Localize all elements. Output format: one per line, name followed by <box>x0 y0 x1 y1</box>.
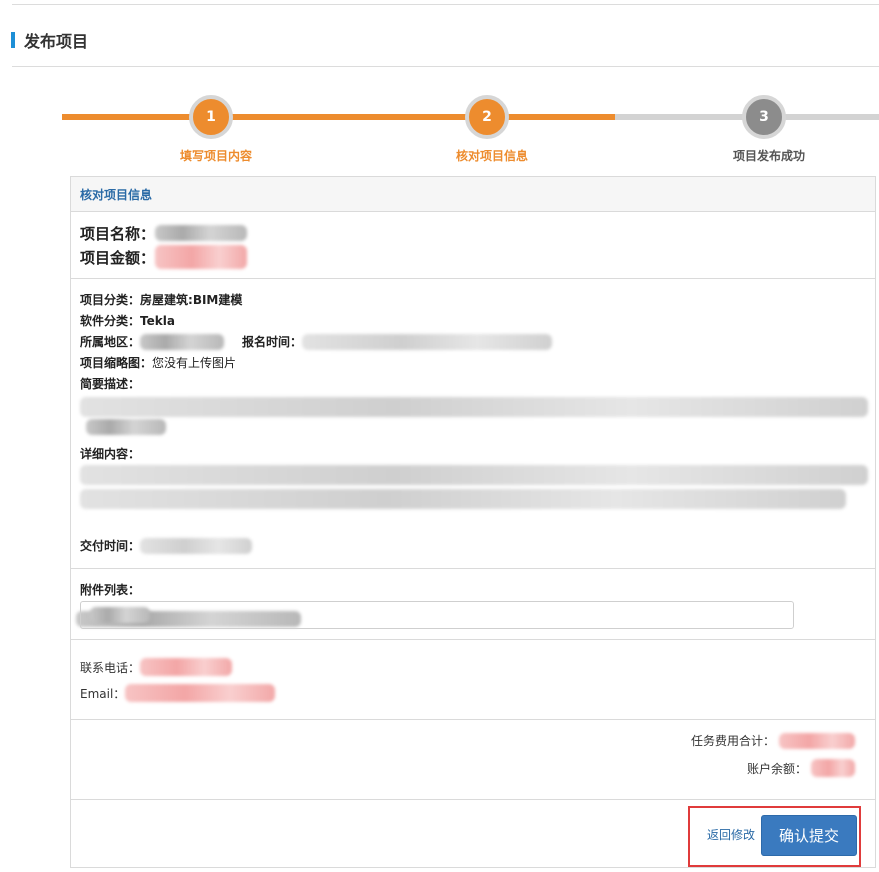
detail-text-redacted-line2 <box>80 489 846 509</box>
title-accent-bar <box>11 32 15 48</box>
balance-label: 账户余额： <box>746 761 807 776</box>
step-2-circle: 2 <box>465 95 509 139</box>
confirm-submit-button[interactable]: 确认提交 <box>761 815 857 856</box>
software-row: 软件分类： Tekla <box>80 310 875 331</box>
category-row: 项目分类： 房屋建筑:BIM建模 <box>80 289 875 310</box>
thumbnail-label: 项目缩略图： <box>80 356 153 370</box>
balance-row: 账户余额： <box>747 759 855 777</box>
email-value-redacted <box>125 684 276 702</box>
attachments-row: 附件列表： <box>80 579 875 600</box>
summary-label: 简要描述： <box>80 377 141 391</box>
email-row: Email： <box>80 680 875 706</box>
software-value: Tekla <box>140 313 175 328</box>
total-fee-label: 任务费用合计： <box>690 734 775 748</box>
step-3-circle: 3 <box>742 95 786 139</box>
contact-section: 联系电话： Email： <box>71 640 875 720</box>
summary-text-redacted-line1 <box>80 397 868 417</box>
detail-row: 详细内容： <box>80 443 140 464</box>
project-amount-label: 项目金额： <box>80 248 156 267</box>
project-summary-section: 项目名称： 项目金额： <box>71 212 875 279</box>
total-fee-value-redacted <box>779 732 855 749</box>
region-label: 所属地区： <box>80 335 141 349</box>
phone-value-redacted <box>140 658 233 676</box>
category-label: 项目分类： <box>80 293 141 307</box>
attachment-file-redacted[interactable] <box>90 607 150 623</box>
total-fee-row: 任务费用合计： <box>691 732 855 749</box>
step-1-label: 填写项目内容 <box>179 149 253 163</box>
project-details-section: 项目分类： 房屋建筑:BIM建模 软件分类： Tekla 所属地区： 报名时间：… <box>71 279 875 627</box>
review-panel: 核对项目信息 项目名称： 项目金额： 项目分类： 房屋建筑:BIM建模 软件分类… <box>70 176 876 868</box>
page-title: 发布项目 <box>11 29 88 51</box>
top-divider <box>12 4 879 5</box>
delivery-row: 交付时间： <box>80 535 253 556</box>
progress-track-complete <box>62 114 615 120</box>
attachments-label: 附件列表： <box>80 583 141 597</box>
thumbnail-value: 您没有上传图片 <box>152 356 237 370</box>
project-name-value-redacted <box>155 225 248 241</box>
back-to-edit-link[interactable]: 返回修改 <box>707 826 755 843</box>
project-name-row: 项目名称： <box>80 221 875 245</box>
detail-label: 详细内容： <box>80 447 141 461</box>
category-value: 房屋建筑:BIM建模 <box>140 293 243 307</box>
signup-value-redacted <box>302 333 553 350</box>
step-1-circle: 1 <box>189 95 233 139</box>
detail-text-redacted-line1 <box>80 465 868 485</box>
signup-label: 报名时间： <box>242 335 303 349</box>
title-divider <box>12 66 879 67</box>
summary-row: 简要描述： <box>80 373 875 394</box>
attachment-list-box[interactable] <box>80 601 794 629</box>
phone-label: 联系电话： <box>80 660 141 675</box>
software-label: 软件分类： <box>80 314 141 328</box>
phone-row: 联系电话： <box>80 654 875 680</box>
step-2-label: 核对项目信息 <box>455 149 529 163</box>
step-3-label: 项目发布成功 <box>732 149 806 163</box>
fee-section: 任务费用合计： 账户余额： <box>71 720 875 800</box>
progress-steps: 1 填写项目内容 2 核对项目信息 3 项目发布成功 <box>0 90 879 170</box>
project-amount-value-redacted <box>155 245 248 269</box>
summary-text-redacted-line2 <box>86 419 166 435</box>
panel-header: 核对项目信息 <box>71 177 875 212</box>
delivery-label: 交付时间： <box>80 539 141 553</box>
delivery-value-redacted <box>140 537 253 554</box>
region-value-redacted <box>140 333 225 350</box>
email-label: Email： <box>80 686 126 701</box>
project-name-label: 项目名称： <box>80 224 156 243</box>
attachments-section: 附件列表： <box>71 569 875 640</box>
thumbnail-row: 项目缩略图： 您没有上传图片 <box>80 352 875 373</box>
page-title-text: 发布项目 <box>24 32 89 51</box>
balance-value-redacted <box>811 759 855 777</box>
project-amount-row: 项目金额： <box>80 245 875 269</box>
region-row: 所属地区： 报名时间： <box>80 331 875 352</box>
